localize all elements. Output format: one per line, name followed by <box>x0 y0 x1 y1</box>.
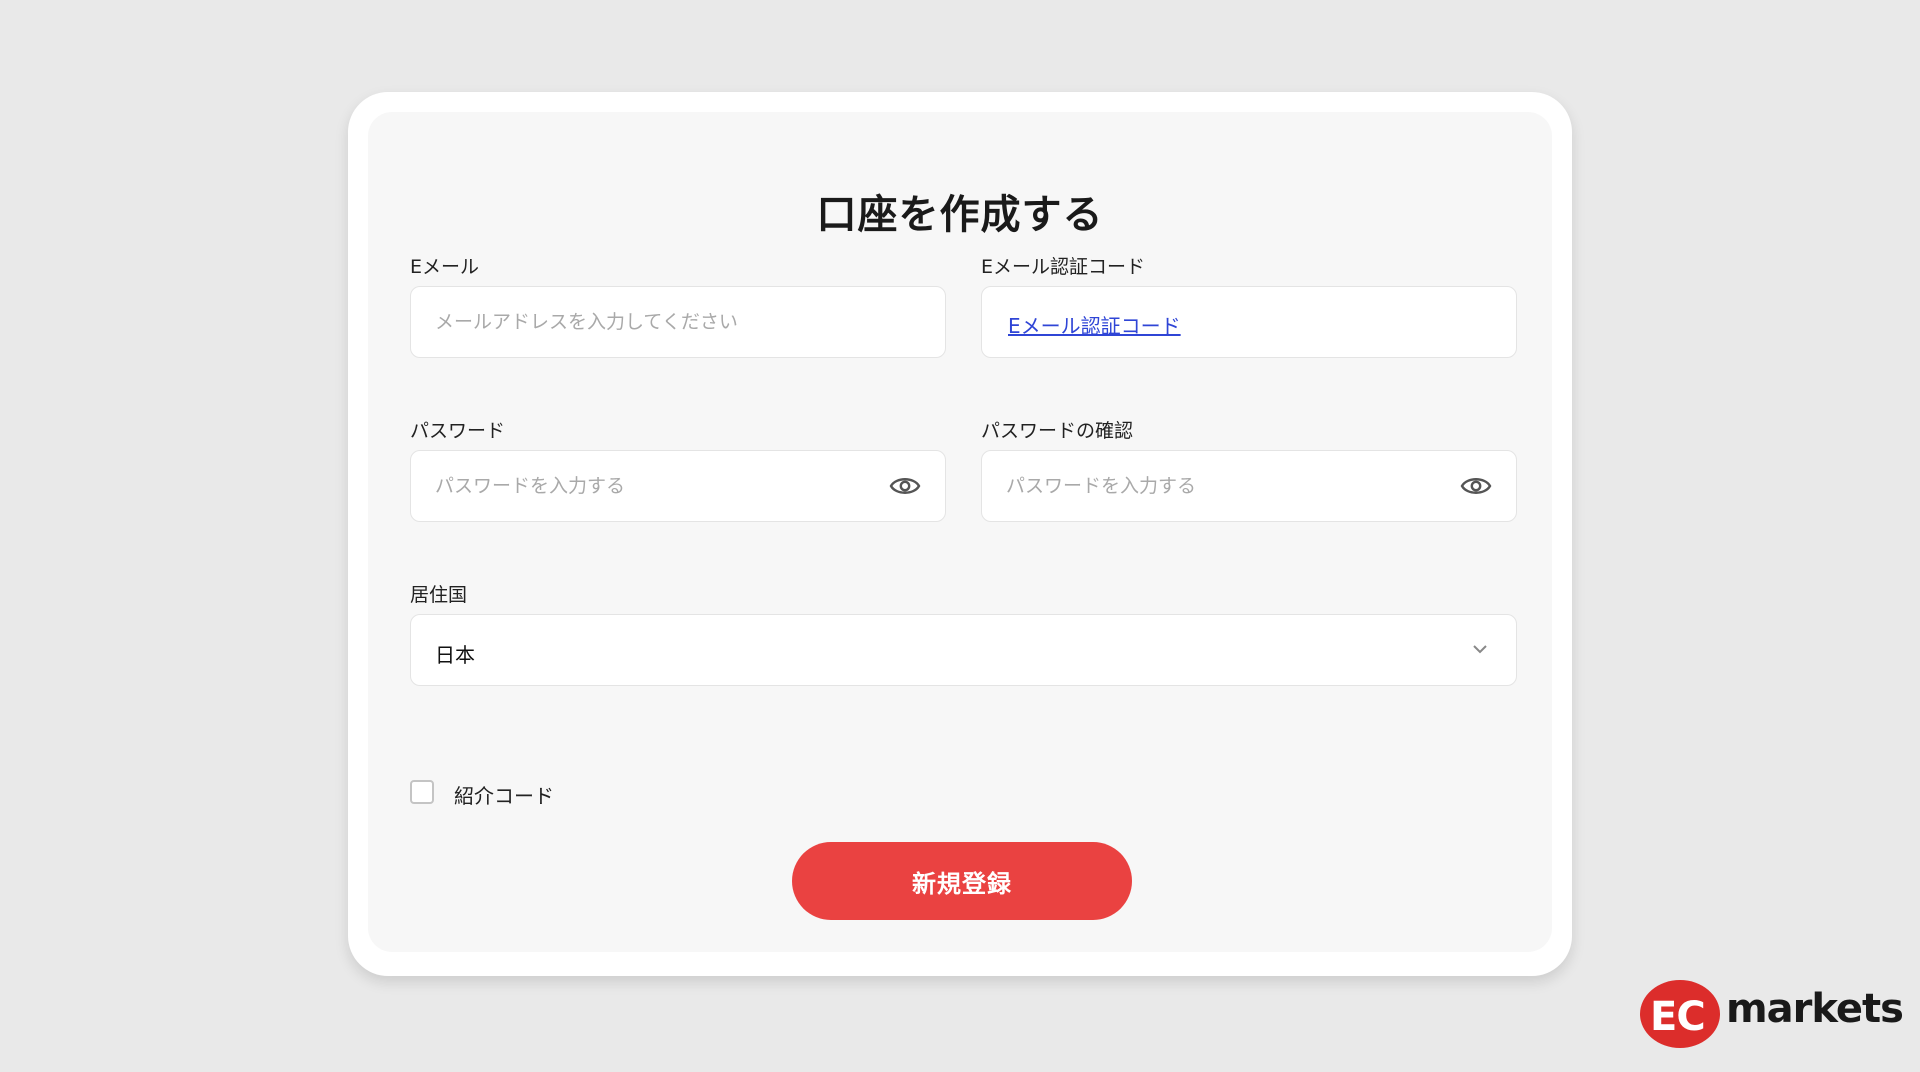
password-confirm-field-box <box>981 450 1517 522</box>
signup-form: 口座を作成する Eメール Eメール認証コード Eメール認証コード パスワード パ… <box>368 112 1552 952</box>
password-input[interactable] <box>435 451 879 521</box>
password-confirm-input[interactable] <box>1006 451 1450 521</box>
country-select[interactable]: 日本 <box>410 614 1517 686</box>
referral-checkbox[interactable] <box>410 780 434 804</box>
email-label: Eメール <box>410 256 480 278</box>
signup-card: 口座を作成する Eメール Eメール認証コード Eメール認証コード パスワード パ… <box>348 92 1572 976</box>
logo-mark-circle: EC <box>1640 980 1720 1048</box>
chevron-down-icon <box>1473 645 1487 654</box>
email-field-box <box>410 286 946 358</box>
referral-label: 紹介コード <box>454 784 554 808</box>
brand-logo: EC markets <box>1640 978 1904 1048</box>
password-field-box <box>410 450 946 522</box>
logo-wordmark: markets <box>1726 986 1904 1032</box>
country-label: 居住国 <box>410 584 468 606</box>
register-button[interactable]: 新規登録 <box>792 842 1132 920</box>
eye-icon[interactable] <box>1460 473 1492 499</box>
email-input[interactable] <box>435 287 879 357</box>
email-code-field-box: Eメール認証コード <box>981 286 1517 358</box>
logo-mark-text: EC <box>1650 994 1706 1040</box>
country-selected-value: 日本 <box>435 643 475 667</box>
page-title: 口座を作成する <box>816 192 1104 238</box>
email-code-link[interactable]: Eメール認証コード <box>1008 310 1181 339</box>
email-code-label: Eメール認証コード <box>981 256 1146 278</box>
password-label: パスワード <box>410 420 506 442</box>
password-confirm-label: パスワードの確認 <box>981 420 1134 442</box>
eye-icon[interactable] <box>889 473 921 499</box>
